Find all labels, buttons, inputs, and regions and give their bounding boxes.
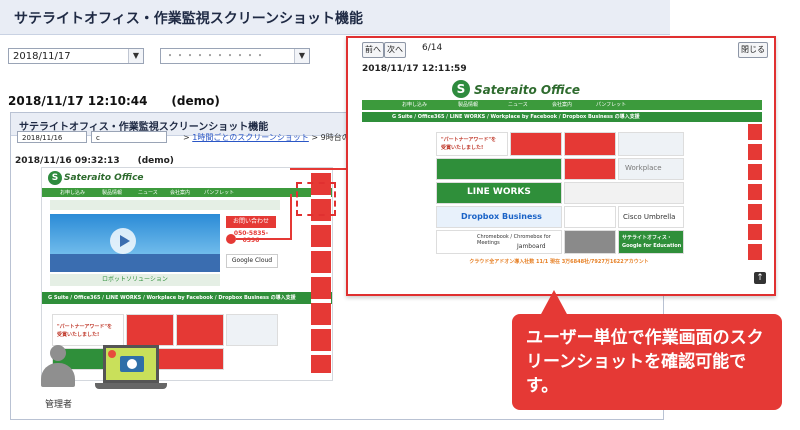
admin-label: 管理者 [45,400,73,410]
site-subnav [50,200,280,210]
admin-icon [41,345,75,391]
lineworks-text: LINE WORKS [467,187,531,197]
arrow-dot [226,234,236,244]
user-select-value: ・・・・・・・・・・ [165,51,265,62]
laptop-base [95,383,167,389]
dropbox-text: Dropbox Business [461,212,542,221]
cisco-tile[interactable]: Cisco Umbrella [618,206,684,228]
award-text: "パートナーアワード"を [441,137,497,143]
workplace-text: Workplace [625,164,662,172]
nav-item[interactable]: パンフレット [204,189,234,196]
scroll-top-icon[interactable]: ↑ [754,272,766,284]
netset-tile[interactable] [618,132,684,156]
hero-banner [50,214,220,272]
arrow-line [290,194,292,240]
nav-item[interactable]: ニュース [138,189,158,196]
site-nav: お申し込み 製品情報 ニュース 会社案内 パンフレット [362,100,762,110]
award-text: "パートナーアワード"を [57,324,113,330]
chromebook-tile[interactable]: Chromebook / Chromebox for Meetings Jamb… [436,230,562,254]
inner-date-select[interactable]: 2018/11/16 [17,131,87,143]
promo-tile[interactable] [564,230,616,254]
service-bar: G Suite / Office365 / LINE WORKS / Workp… [42,292,332,304]
screenshot-timestamp: 2018/11/17 12:10:44 (demo) [8,94,220,108]
popup-site-capture: S Sateraito Office お申し込み 製品情報 ニュース 会社案内 … [362,78,762,280]
app-header: サテライトオフィス・作業監視スクリーンショット機能 [0,0,670,35]
close-button[interactable]: 閉じる [738,42,768,58]
robot-banner[interactable]: ロボットソリューション [50,274,220,286]
dropbox-tile[interactable]: Dropbox Business [436,206,562,228]
gsuite-tile[interactable] [436,158,562,180]
promo-tile[interactable] [176,314,224,346]
count-text: クラウド全アドオン導入社数 11/1 現在 3万6848社/7927万1622ア… [469,259,649,265]
gfe-text: Google for Education [622,243,682,249]
inner-timestamp: 2018/11/16 09:32:13 (demo) [15,156,174,166]
promo-tile[interactable] [126,314,174,346]
highlight-box [296,182,336,216]
site-logo-text: Sateraito Office [64,173,144,183]
jamboard-text: Jamboard [517,243,546,250]
gfe-title: サテライトオフィス・ [622,235,672,241]
nav-item[interactable]: ニュース [508,101,528,108]
inner-user-value: c [96,134,100,142]
chevron-down-icon: ▼ [128,49,143,63]
date-select-value: 2018/11/17 [13,51,71,62]
nav-item[interactable]: 会社案内 [170,189,190,196]
page-counter: 6/14 [422,43,443,53]
promo-tile[interactable] [564,158,616,180]
arrow-line [236,238,292,240]
next-button[interactable]: 次へ [384,42,406,58]
promo-tile[interactable] [564,182,684,204]
inner-user-select[interactable]: c [91,131,167,143]
side-promo-strip [748,124,762,264]
promo-tile[interactable] [510,132,562,156]
service-bar: G Suite / Office365 / LINE WORKS / Workp… [362,112,762,122]
award-text-2: 受賞いたしました! [57,332,100,338]
lineworks-tile[interactable]: LINE WORKS [436,182,562,204]
laptop-icon [103,345,159,383]
callout-tail [540,290,568,316]
cisco-text: Cisco Umbrella [623,213,676,221]
chevron-down-icon: ▼ [294,49,309,63]
site-nav: お申し込み 製品情報 ニュース 会社案内 パンフレット [42,188,332,197]
breadcrumb-sep: > [183,133,190,142]
nav-item[interactable]: パンフレット [596,101,626,108]
award-tile[interactable]: "パートナーアワード"を 受賞いたしました! [52,314,124,346]
user-select[interactable]: ・・・・・・・・・・ ▼ [160,48,310,64]
nav-item[interactable]: 製品情報 [102,189,122,196]
prev-button[interactable]: 前へ [362,42,384,58]
workplace-tile[interactable]: Workplace [618,158,684,180]
inner-date-value: 2018/11/16 [22,134,63,142]
gfe-tile[interactable]: サテライトオフィス・ Google for Education [618,230,684,254]
contact-button[interactable]: お問い合わせ [226,216,276,228]
date-select[interactable]: 2018/11/17 ▼ [8,48,144,64]
nav-item[interactable]: お申し込み [402,101,427,108]
breadcrumb-link[interactable]: 1時間ごとのスクリーンショット [192,133,309,142]
popup-timestamp: 2018/11/17 12:11:59 [362,64,467,74]
nav-item[interactable]: 会社案内 [552,101,572,108]
site-logo-text: Sateraito Office [474,83,581,97]
award-text-2: 受賞いたしました! [441,145,484,151]
arrow-line [290,168,346,170]
nav-item[interactable]: 製品情報 [458,101,478,108]
chrome-icon [108,350,116,358]
logo-icon: S [452,80,470,98]
page-title: サテライトオフィス・作業監視スクリーンショット機能 [14,11,364,27]
promo-tile[interactable] [564,132,616,156]
netset-tile[interactable] [226,314,278,346]
logo-icon: S [48,171,62,185]
feature-callout: ユーザー単位で作業画面のスクリーンショットを確認可能です。 [512,314,782,410]
nav-item[interactable]: お申し込み [60,189,85,196]
google-cloud-badge: Google Cloud [226,254,278,268]
promo-tile[interactable] [564,206,616,228]
award-tile[interactable]: "パートナーアワード"を 受賞いたしました! [436,132,508,156]
screenshot-popup: 前へ 次へ 6/14 閉じる 2018/11/17 12:11:59 S Sat… [346,36,776,296]
